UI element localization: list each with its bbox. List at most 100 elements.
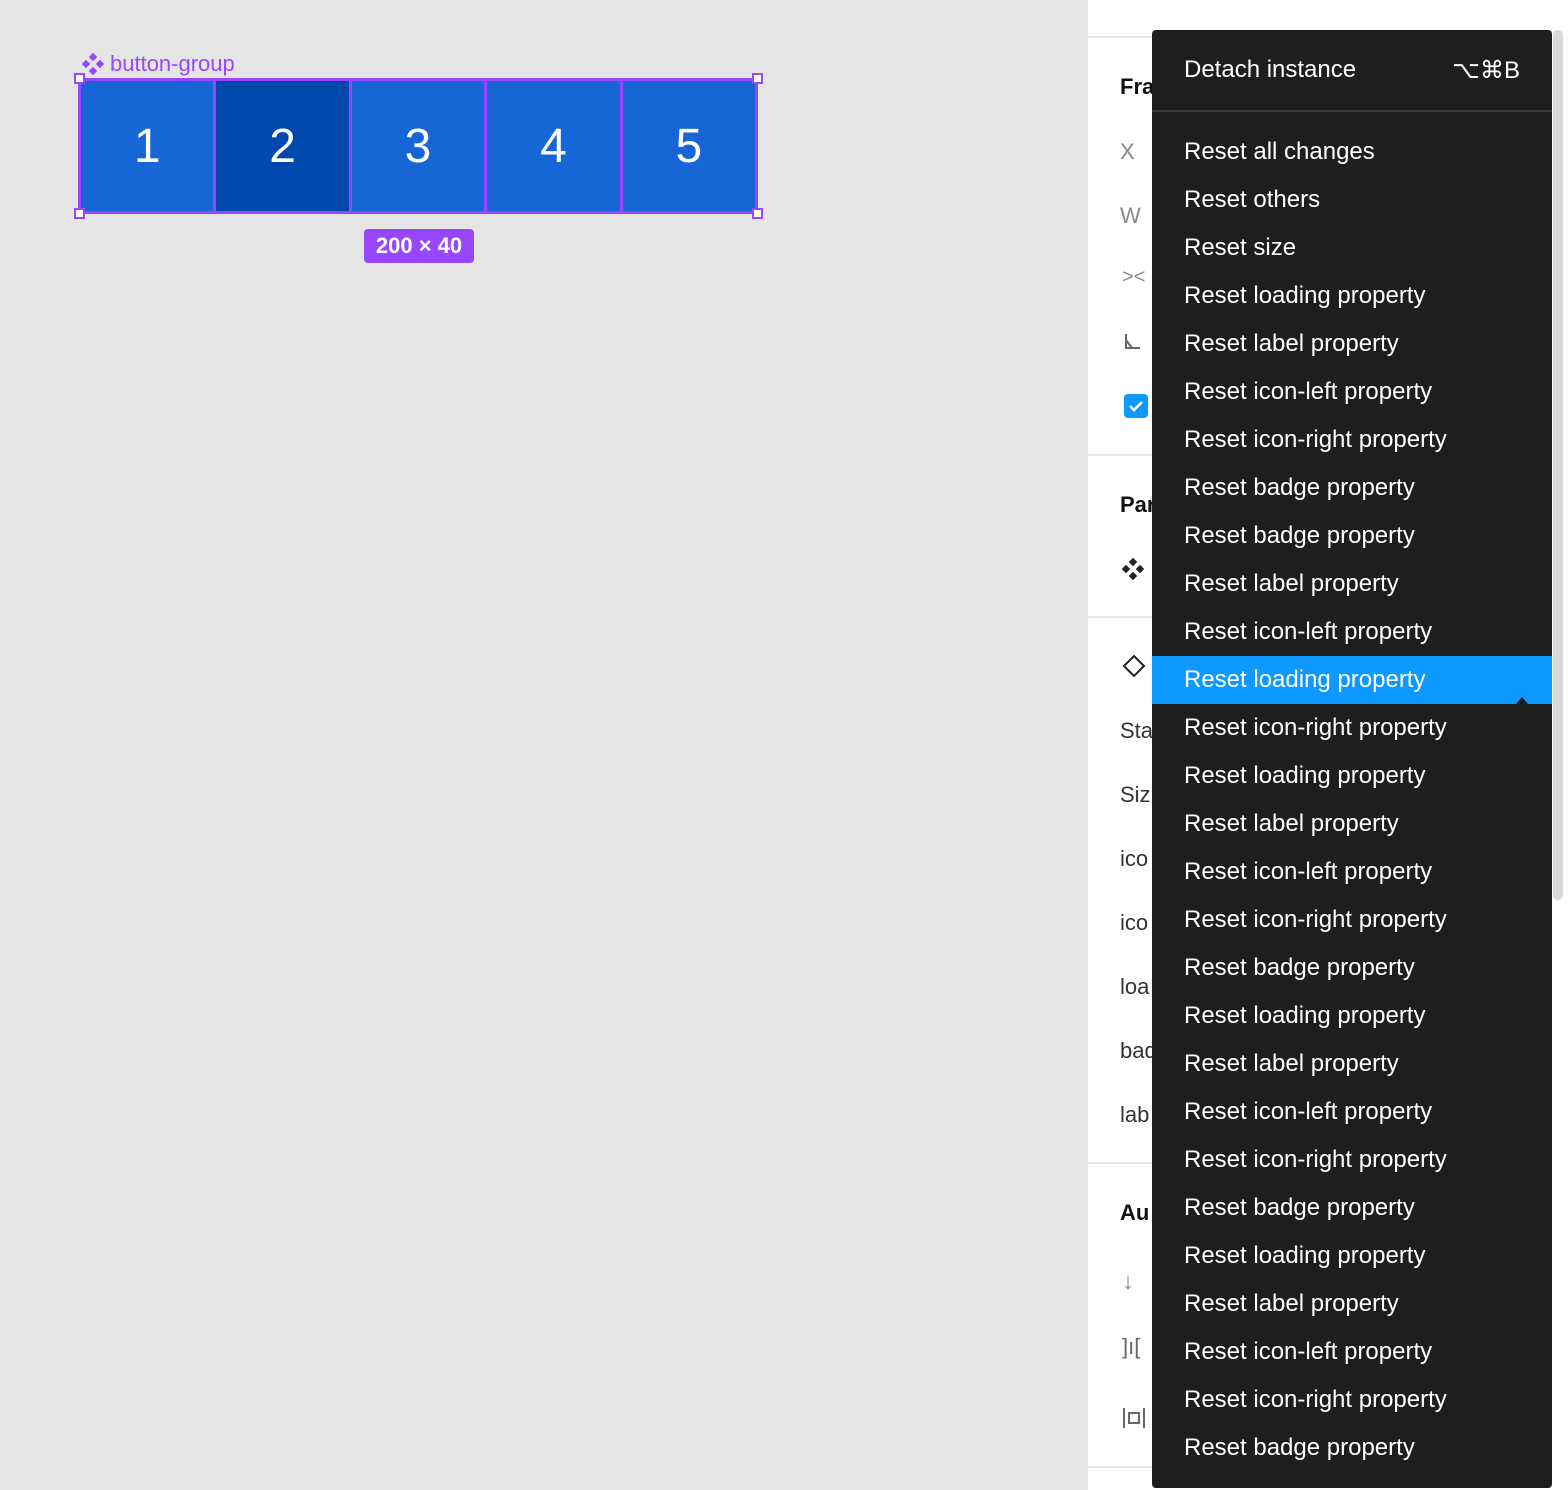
- state-property-label: Sta: [1120, 718, 1154, 743]
- constraints-icon[interactable]: ><: [1122, 266, 1145, 289]
- menu-item-label: Reset icon-left property: [1184, 378, 1433, 405]
- menu-item[interactable]: Reset label property: [1152, 800, 1552, 848]
- button-segment-4[interactable]: 4: [487, 81, 623, 211]
- menu-item[interactable]: Reset icon-left property: [1152, 848, 1552, 896]
- menu-item[interactable]: Reset icon-right property: [1152, 704, 1552, 752]
- parent-section-title: Par: [1120, 492, 1156, 517]
- cursor-caret-icon: [1516, 697, 1528, 704]
- menu-item-label: Reset badge property: [1184, 1434, 1415, 1461]
- menu-item-label: Reset badge property: [1184, 954, 1415, 981]
- menu-item[interactable]: Reset icon-right property: [1152, 1136, 1552, 1184]
- icon-right-property-label: ico: [1120, 910, 1149, 935]
- menu-item[interactable]: Reset icon-left property: [1152, 368, 1552, 416]
- resize-handle-bottom-right[interactable]: [752, 208, 763, 219]
- menu-item[interactable]: Reset badge property: [1152, 1184, 1552, 1232]
- button-group[interactable]: 1 2 3 4 5: [78, 78, 758, 214]
- resize-handle-top-left[interactable]: [74, 73, 85, 84]
- menu-item-label: Reset icon-right property: [1184, 906, 1447, 933]
- menu-item-label: Reset icon-right property: [1184, 1386, 1447, 1413]
- menu-item-label: Reset loading property: [1184, 1242, 1426, 1269]
- menu-item-label: Reset label property: [1184, 810, 1399, 837]
- menu-item[interactable]: Reset loading property: [1152, 992, 1552, 1040]
- menu-item[interactable]: Reset label property: [1152, 320, 1552, 368]
- menu-item[interactable]: Reset all changes: [1152, 128, 1552, 176]
- menu-item[interactable]: Reset icon-right property: [1152, 896, 1552, 944]
- menu-item[interactable]: Reset label property: [1152, 1040, 1552, 1088]
- instance-icon: [1122, 654, 1146, 678]
- button-segment-1[interactable]: 1: [81, 81, 217, 211]
- menu-item[interactable]: Reset loading property: [1152, 752, 1552, 800]
- menu-item[interactable]: Reset size: [1152, 224, 1552, 272]
- menu-item-label: Reset loading property: [1184, 1002, 1426, 1029]
- menu-item[interactable]: Reset badge property: [1152, 1424, 1552, 1472]
- direction-down-icon[interactable]: ↓: [1122, 1268, 1134, 1296]
- menu-item-label: Reset label property: [1184, 570, 1399, 597]
- menu-item-label: Reset icon-right property: [1184, 426, 1447, 453]
- menu-list: Reset all changes Reset others Reset size R…: [1152, 128, 1552, 1472]
- label-property-label: lab: [1120, 1102, 1150, 1127]
- menu-item[interactable]: Reset label property: [1152, 560, 1552, 608]
- component-icon: [82, 53, 104, 75]
- menu-item[interactable]: Reset badge property: [1152, 464, 1552, 512]
- menu-item-label: Reset label property: [1184, 1050, 1399, 1077]
- button-label: 2: [269, 119, 296, 173]
- component-icon: [1122, 558, 1144, 580]
- menu-item[interactable]: Reset badge property: [1152, 512, 1552, 560]
- menu-item-label: Reset others: [1184, 186, 1321, 213]
- button-segment-3[interactable]: 3: [351, 81, 488, 211]
- menu-item-detach-instance[interactable]: Detach instance ⌥⌘B: [1152, 30, 1552, 110]
- menu-item-label: Reset badge property: [1184, 1194, 1415, 1221]
- menu-separator: [1152, 110, 1552, 112]
- menu-item-label: Reset loading property: [1184, 762, 1426, 789]
- spacing-icon[interactable]: ]ı[: [1122, 1334, 1140, 1360]
- menu-item-label: Reset label property: [1184, 1290, 1399, 1317]
- menu-item-label: Reset icon-left property: [1184, 1098, 1433, 1125]
- padding-icon[interactable]: [1122, 1406, 1146, 1430]
- frame-label-text: button-group: [110, 51, 235, 76]
- menu-item[interactable]: Reset loading property: [1152, 656, 1552, 704]
- loading-property-label: loa: [1120, 974, 1150, 999]
- icon-left-property-label: ico: [1120, 846, 1149, 871]
- clip-content-checkbox[interactable]: [1124, 394, 1148, 418]
- size-badge: 200 × 40: [364, 229, 474, 263]
- resize-handle-top-right[interactable]: [752, 73, 763, 84]
- menu-item[interactable]: Reset icon-left property: [1152, 1328, 1552, 1376]
- button-label: 4: [540, 119, 567, 173]
- menu-item[interactable]: Reset icon-left property: [1152, 608, 1552, 656]
- menu-item-label: Reset loading property: [1184, 282, 1426, 309]
- menu-item[interactable]: Reset others: [1152, 176, 1552, 224]
- menu-item-label: Reset icon-left property: [1184, 858, 1433, 885]
- menu-item[interactable]: Reset loading property: [1152, 1232, 1552, 1280]
- x-field-label[interactable]: X: [1120, 139, 1135, 165]
- corner-radius-icon[interactable]: [1122, 332, 1142, 352]
- menu-item-label: Reset icon-right property: [1184, 714, 1447, 741]
- menu-item-label: Reset badge property: [1184, 522, 1415, 549]
- frame-section-title: Fra: [1120, 74, 1155, 99]
- button-segment-5[interactable]: 5: [622, 81, 756, 211]
- scrollbar-thumb[interactable]: [1553, 30, 1563, 900]
- check-icon: [1129, 401, 1143, 412]
- menu-item-label: Reset icon-left property: [1184, 1338, 1433, 1365]
- button-label: 1: [133, 119, 161, 173]
- menu-item[interactable]: Reset icon-left property: [1152, 1088, 1552, 1136]
- menu-item[interactable]: Reset icon-right property: [1152, 1376, 1552, 1424]
- design-canvas[interactable]: button-group 1 2 3 4 5 200 × 40: [0, 0, 1088, 1490]
- autolayout-section-title: Au: [1120, 1200, 1150, 1225]
- frame-label[interactable]: button-group: [82, 50, 235, 78]
- menu-item-label: Reset label property: [1184, 330, 1399, 357]
- w-field-label[interactable]: W: [1120, 203, 1141, 229]
- menu-item-label: Reset icon-right property: [1184, 1146, 1447, 1173]
- menu-item-label: Reset badge property: [1184, 474, 1415, 501]
- resize-handle-bottom-left[interactable]: [74, 208, 85, 219]
- context-menu: Detach instance ⌥⌘B Reset all changes Res…: [1152, 30, 1552, 1488]
- menu-item-label: Reset all changes: [1184, 138, 1375, 165]
- menu-item[interactable]: Reset icon-right property: [1152, 416, 1552, 464]
- menu-item[interactable]: Reset loading property: [1152, 272, 1552, 320]
- size-property-label: Siz: [1120, 782, 1151, 807]
- button-segment-2[interactable]: 2: [216, 81, 352, 211]
- menu-item-label: Reset size: [1184, 234, 1297, 261]
- menu-item-label: Reset loading property: [1184, 666, 1426, 693]
- menu-item[interactable]: Reset badge property: [1152, 944, 1552, 992]
- menu-item[interactable]: Reset label property: [1152, 1280, 1552, 1328]
- button-label: 3: [404, 119, 432, 173]
